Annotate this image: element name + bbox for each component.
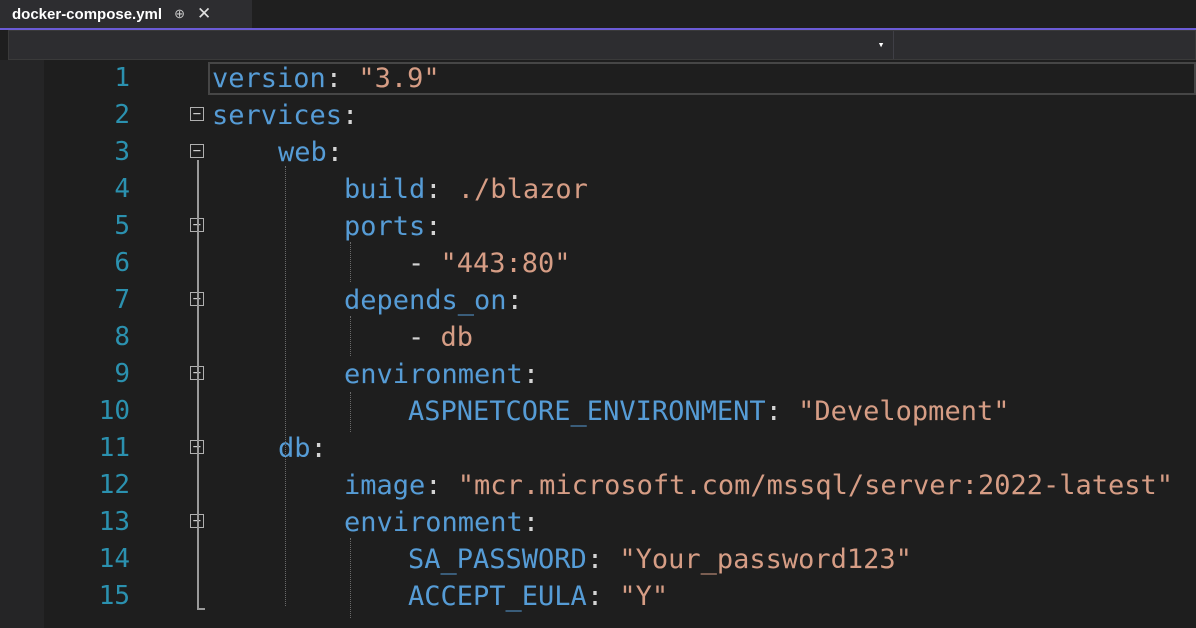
code-line[interactable]: 12 image: "mcr.microsoft.com/mssql/server… (0, 467, 1196, 504)
code-text: web: (278, 134, 343, 171)
yaml-separator: - (408, 248, 441, 279)
code-editor[interactable]: 1 version: "3.9" 2 − services: 3 − web: 4 build: … (0, 60, 1196, 628)
yaml-key: ASPNETCORE_ENVIRONMENT (408, 396, 766, 427)
code-text: version: "3.9" (212, 60, 440, 97)
line-number: 6 (114, 248, 130, 278)
line-number: 15 (98, 581, 130, 611)
code-line[interactable]: 3 − web: (0, 134, 1196, 171)
code-text: services: (212, 97, 358, 134)
code-line[interactable]: 2 − services: (0, 97, 1196, 134)
yaml-separator: : (342, 100, 359, 131)
code-line[interactable]: 6 - "443:80" (0, 245, 1196, 282)
line-number: 9 (114, 359, 130, 389)
yaml-key: services (212, 100, 343, 131)
line-number: 10 (98, 396, 130, 426)
code-text: SA_PASSWORD: "Your_password123" (408, 541, 912, 578)
indent-guide (350, 242, 351, 282)
yaml-separator: : (765, 396, 799, 427)
line-number: 14 (98, 544, 130, 574)
pin-icon[interactable]: ⊕ (174, 6, 185, 22)
yaml-separator: : (425, 470, 458, 501)
code-line[interactable]: 10 ASPNETCORE_ENVIRONMENT: "Development" (0, 393, 1196, 430)
yaml-key: web (278, 137, 327, 168)
line-number: 4 (114, 174, 130, 204)
line-number: 5 (114, 211, 130, 241)
yaml-value: "mcr.microsoft.com/mssql/server:2022-lat… (457, 470, 1174, 501)
yaml-key: ports (344, 211, 426, 242)
code-line[interactable]: 1 version: "3.9" (0, 60, 1196, 97)
code-text: environment: (344, 356, 539, 393)
yaml-key: db (278, 433, 311, 464)
code-text: ACCEPT_EULA: "Y" (408, 578, 668, 615)
tab-bar: docker-compose.yml ⊕ ✕ (0, 0, 1196, 30)
indent-guide (350, 392, 351, 432)
yaml-value: ./blazor (457, 174, 588, 205)
code-line[interactable]: 9−environment: (0, 356, 1196, 393)
code-text: build: ./blazor (344, 171, 588, 208)
yaml-value: "Y" (619, 581, 669, 612)
code-line[interactable]: 5−ports: (0, 208, 1196, 245)
chevron-down-icon[interactable]: ▾ (871, 35, 891, 55)
navigation-bar: ▾ (8, 30, 1196, 60)
line-number: 3 (114, 137, 130, 167)
code-text: - "443:80" (408, 245, 571, 282)
yaml-value: "Development" (798, 396, 1010, 427)
yaml-separator: : (522, 507, 540, 538)
line-number: 11 (98, 433, 130, 463)
yaml-key: image (344, 470, 426, 501)
code-text: - db (408, 319, 473, 356)
yaml-separator: : (522, 359, 540, 390)
fold-guide (197, 160, 199, 610)
yaml-value: "Your_password123" (619, 544, 912, 575)
line-number: 2 (114, 100, 130, 130)
code-line[interactable]: 8 - db (0, 319, 1196, 356)
line-number: 12 (98, 470, 130, 500)
code-text: ports: (344, 208, 442, 245)
code-line[interactable]: 13−environment: (0, 504, 1196, 541)
yaml-separator: : (326, 137, 344, 168)
yaml-value: db (440, 322, 474, 353)
code-text: depends_on: (344, 282, 523, 319)
collapse-icon[interactable]: − (190, 144, 204, 158)
yaml-separator: : (325, 63, 359, 94)
yaml-key: ACCEPT_EULA (408, 581, 587, 612)
code-line[interactable]: 7−depends_on: (0, 282, 1196, 319)
close-icon[interactable]: ✕ (197, 4, 211, 24)
code-line[interactable]: 14 SA_PASSWORD: "Your_password123" (0, 541, 1196, 578)
code-text: environment: (344, 504, 539, 541)
fold-end-tick (197, 608, 205, 610)
indent-guide (350, 316, 351, 356)
yaml-key: environment (344, 507, 523, 538)
line-number: 8 (114, 322, 130, 352)
yaml-separator: : (425, 174, 458, 205)
yaml-separator: : (310, 433, 327, 464)
yaml-value: "443:80" (440, 248, 571, 279)
yaml-key: build (344, 174, 426, 205)
yaml-key: SA_PASSWORD (408, 544, 587, 575)
yaml-key: environment (344, 359, 523, 390)
yaml-separator: : (506, 285, 523, 316)
line-number: 7 (114, 285, 130, 315)
code-line[interactable]: 11−db: (0, 430, 1196, 467)
line-number: 1 (114, 63, 130, 93)
yaml-separator: : (586, 544, 620, 575)
line-number: 13 (98, 507, 130, 537)
yaml-separator: : (586, 581, 620, 612)
navbar-divider (893, 31, 894, 59)
code-line[interactable]: 15 ACCEPT_EULA: "Y" (0, 578, 1196, 615)
tab-docker-compose[interactable]: docker-compose.yml ⊕ ✕ (0, 0, 252, 28)
code-text: image: "mcr.microsoft.com/mssql/server:2… (344, 467, 1173, 504)
yaml-separator: : (425, 211, 442, 242)
tab-filename: docker-compose.yml (12, 5, 163, 23)
collapse-icon[interactable]: − (190, 107, 204, 121)
code-line[interactable]: 4 build: ./blazor (0, 171, 1196, 208)
yaml-value: "3.9" (358, 63, 440, 94)
yaml-separator: - (408, 322, 441, 353)
indent-guide (350, 538, 351, 618)
yaml-key: depends_on (344, 285, 507, 316)
indent-guide (285, 166, 286, 606)
yaml-key: version (212, 63, 326, 94)
code-text: ASPNETCORE_ENVIRONMENT: "Development" (408, 393, 1009, 430)
